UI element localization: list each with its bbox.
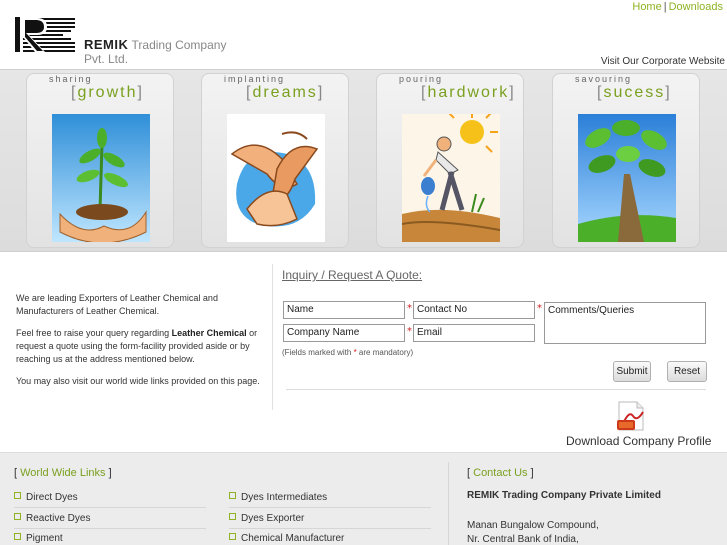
contact-company-name: REMIK Trading Company Private Limited: [467, 490, 661, 501]
leather-chemical-highlight: Leather Chemical: [171, 328, 247, 338]
card-pre: savouring: [575, 74, 633, 84]
card-dreams: implanting [dreams]: [201, 73, 349, 248]
mandatory-note: (Fields marked with * are mandatory): [282, 348, 414, 357]
contact-no-field[interactable]: Contact No: [413, 301, 535, 319]
world-wide-links-title: [ World Wide Links ]: [14, 467, 112, 479]
inquiry-form-title: Inquiry / Request A Quote:: [282, 268, 423, 282]
link-divider: [14, 528, 206, 529]
link-reactive-dyes[interactable]: Reactive Dyes: [14, 513, 90, 524]
bullet-icon: [14, 492, 21, 499]
name-field[interactable]: Name: [283, 301, 405, 319]
logo-text: REMIK Trading Company Pvt. Ltd.: [84, 37, 247, 66]
link-divider: [229, 528, 431, 529]
card-word: [sucess]: [597, 84, 672, 101]
submit-button[interactable]: Submit: [613, 361, 651, 382]
link-pigment[interactable]: Pigment: [14, 533, 63, 544]
comments-textarea[interactable]: Comments/Queries: [544, 302, 706, 344]
card-pre: implanting: [224, 74, 286, 84]
link-divider: [14, 507, 206, 508]
logo[interactable]: REMIK Trading Company Pvt. Ltd.: [12, 14, 247, 66]
bullet-icon: [14, 533, 21, 540]
card-hardwork: pouring [hardwork]: [376, 73, 524, 248]
bullet-icon: [14, 513, 21, 520]
footer-divider: [448, 462, 449, 545]
contact-us-title: [ Contact Us ]: [467, 467, 534, 479]
address-line-2: Nr. Central Bank of India,: [467, 534, 579, 545]
bullet-icon: [229, 533, 236, 540]
intro-text: We are leading Exporters of Leather Chem…: [16, 292, 266, 397]
card-word: [dreams]: [246, 84, 325, 101]
required-mark: *: [407, 326, 412, 337]
plant-in-hands-image: [52, 114, 150, 242]
tree-image: [578, 114, 676, 242]
company-name-field[interactable]: Company Name: [283, 324, 405, 342]
download-profile-link[interactable]: Download Company Profile: [566, 434, 711, 448]
clasped-hands-image: [227, 114, 325, 242]
bullet-icon: [229, 513, 236, 520]
nav-downloads[interactable]: Downloads: [669, 1, 723, 13]
intro-paragraph-2: Feel free to raise your query regarding …: [16, 328, 258, 364]
intro-paragraph-3: You may also visit our world wide links …: [16, 376, 260, 386]
card-word: [hardwork]: [421, 84, 516, 101]
required-mark: *: [537, 303, 542, 314]
link-divider: [229, 507, 431, 508]
form-divider: [286, 389, 706, 390]
required-mark: *: [407, 303, 412, 314]
corporate-website-link[interactable]: Visit Our Corporate Website: [601, 56, 725, 67]
link-dyes-intermediates[interactable]: Dyes Intermediates: [229, 492, 327, 503]
hero-band: sharing [growth] implanting [dreams] pou…: [0, 69, 727, 252]
logo-brand: REMIK: [84, 37, 129, 52]
card-word: [growth]: [71, 84, 144, 101]
card-growth: sharing [growth]: [26, 73, 174, 248]
link-chemical-manufacturer[interactable]: Chemical Manufacturer: [229, 533, 344, 544]
link-direct-dyes[interactable]: Direct Dyes: [14, 492, 78, 503]
farmer-watering-image: [402, 114, 500, 242]
remik-logo-icon: [15, 17, 75, 52]
bullet-icon: [229, 492, 236, 499]
vertical-divider: [272, 264, 273, 410]
nav-separator: |: [663, 1, 667, 13]
card-sucess: savouring [sucess]: [552, 73, 700, 248]
email-field[interactable]: Email: [413, 324, 535, 342]
card-pre: sharing: [49, 74, 93, 84]
card-pre: pouring: [399, 74, 444, 84]
pdf-icon[interactable]: [615, 400, 651, 432]
nav-home[interactable]: Home: [632, 1, 661, 13]
intro-paragraph-1: We are leading Exporters of Leather Chem…: [16, 293, 218, 316]
address-line-1: Manan Bungalow Compound,: [467, 520, 599, 531]
top-nav: Home | Downloads: [632, 1, 723, 13]
reset-button[interactable]: Reset: [667, 361, 707, 382]
link-dyes-exporter[interactable]: Dyes Exporter: [229, 513, 304, 524]
